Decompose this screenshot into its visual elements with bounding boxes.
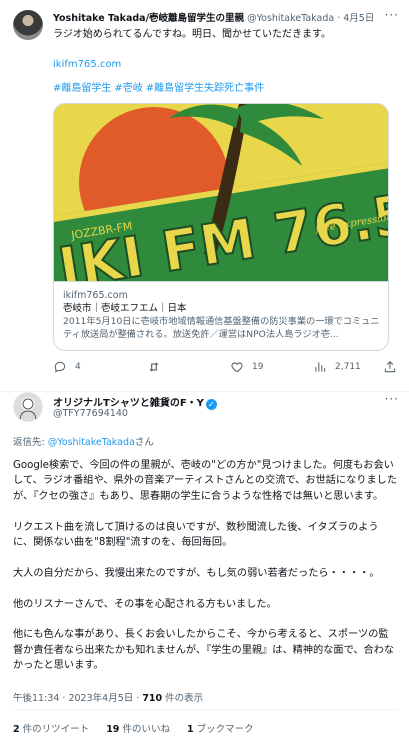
card-info[interactable]: ikifm765.com 壱岐市｜壱岐エフエム｜日本 2011年5月10日に壱岐… — [54, 281, 388, 350]
replying-prefix: 返信先: — [13, 437, 48, 448]
hashtag[interactable]: #壱岐 — [114, 83, 142, 94]
hashtag[interactable]: #離島留学生 — [53, 83, 111, 94]
avatar-illustration-icon — [19, 398, 37, 420]
retweets-stat[interactable]: 2 件のリツイート — [13, 724, 89, 735]
more-options-icon[interactable]: ··· — [385, 392, 399, 406]
reply-icon — [54, 361, 66, 373]
tweet-link[interactable]: ikifm765.com — [53, 57, 331, 72]
tweet-header: Yoshitake Takada/壱岐離島留学生の里親 @YoshitakeTa… — [53, 10, 374, 24]
replying-to-handle[interactable]: @YoshitakeTakada — [48, 437, 135, 448]
views-icon — [315, 362, 326, 372]
tweet-paragraph: リクエスト曲を流して頂けるのは良いですが、数秒聞流した後、イタズラのように、関係… — [13, 521, 379, 549]
display-name[interactable]: Yoshitake Takada/壱岐離島留学生の里親 — [53, 13, 244, 24]
likes-number: 19 — [106, 724, 120, 735]
like-button[interactable]: 19 — [230, 360, 263, 374]
handle[interactable]: @TFY77694140 — [53, 408, 128, 419]
tweet-reply: オリジナルTシャツと雑貨のF・Y ✓ @TFY77694140 ··· 返信先: … — [0, 392, 409, 755]
like-count: 19 — [252, 362, 264, 372]
tweet-paragraph: Google検索で、今回の件の里親が、壱岐の"どの方か"見つけました。何度もお会… — [13, 460, 398, 502]
tweet-text: ラジオ始められてるんですね。明日、聞かせていただきます。 ikifm765.co… — [53, 27, 331, 72]
tweet-actions: 4 19 2,711 — [53, 360, 396, 376]
reply-button[interactable]: 4 — [53, 360, 81, 374]
retweet-icon — [149, 362, 159, 372]
more-options-icon[interactable]: ··· — [385, 8, 399, 22]
link-preview-card[interactable]: JOZZBR-FM IKI FM 76.5 free expression! i… — [53, 103, 389, 351]
tweet-original[interactable]: Yoshitake Takada/壱岐離島留学生の里親 @YoshitakeTa… — [0, 0, 409, 392]
tweet-text-line: ラジオ始められてるんですね。明日、聞かせていただきます。 — [53, 29, 331, 40]
likes-label: 件のいいね — [119, 724, 170, 735]
card-image[interactable]: JOZZBR-FM IKI FM 76.5 free expression! — [54, 104, 388, 281]
divider — [13, 709, 398, 710]
hashtag[interactable]: #離島留学生失踪死亡事件 — [146, 83, 264, 94]
views-button[interactable]: 2,711 — [313, 360, 361, 374]
views-label: 件の表示 — [162, 693, 204, 704]
replying-suffix: さん — [134, 437, 154, 448]
share-icon — [384, 361, 396, 373]
card-description: 2011年5月10日に壱岐市地域情報通信基盤整備の防災事業の一環でコミュニティ放… — [63, 316, 380, 340]
verified-badge-icon: ✓ — [205, 399, 217, 410]
tweet-text: Google検索で、今回の件の里親が、壱岐の"どの方か"見つけました。何度もお会… — [13, 458, 398, 689]
tweet-paragraph: 他にも色んな事があり、長くお会いしたからこそ、今から考えると、スポーツの監督か責… — [13, 629, 395, 672]
bookmarks-label: ブックマーク — [193, 724, 254, 735]
hashtags: #離島留学生 #壱岐 #離島留学生失踪死亡事件 — [53, 79, 267, 94]
retweet-button[interactable] — [147, 360, 169, 374]
retweets-label: 件のリツイート — [19, 724, 90, 735]
bookmarks-stat[interactable]: 1 ブックマーク — [187, 724, 254, 735]
avatar[interactable] — [13, 392, 43, 422]
tweet-date[interactable]: 4月5日 — [343, 13, 374, 24]
share-button[interactable] — [383, 360, 405, 374]
bookmarks-number: 1 — [186, 724, 194, 735]
handle[interactable]: @YoshitakeTakada — [247, 13, 334, 24]
tweet-paragraph: 他のリスナーさんで、その事を心配される方もいました。 — [13, 598, 277, 610]
card-title: 壱岐市｜壱岐エフエム｜日本 — [63, 303, 187, 314]
iki-fm-logo-image: JOZZBR-FM IKI FM 76.5 free expression! — [54, 104, 388, 281]
tweet-paragraph: 大人の自分だから、我慢出来たのですが、もし気の弱い若者だったら・・・・。 — [13, 567, 380, 579]
heart-icon — [231, 362, 243, 373]
card-domain: ikifm765.com — [63, 290, 128, 301]
tweet-date[interactable]: 2023年4月5日 — [68, 693, 133, 704]
separator: · — [337, 13, 341, 24]
tweet-meta: 午後11:34 · 2023年4月5日 · 710 件の表示 — [13, 693, 204, 704]
likes-stat[interactable]: 19 件のいいね — [106, 724, 170, 735]
views-count: 2,711 — [335, 362, 361, 372]
retweets-number: 2 — [13, 724, 20, 735]
views-number: 710 — [142, 693, 163, 704]
replying-to: 返信先: @YoshitakeTakadaさん — [13, 434, 154, 448]
tweet-stats: 2 件のリツイート 19 件のいいね 1 ブックマーク — [13, 721, 268, 735]
avatar[interactable] — [13, 10, 43, 40]
tweet-time[interactable]: 午後11:34 — [13, 693, 59, 704]
reply-count: 4 — [75, 362, 81, 372]
